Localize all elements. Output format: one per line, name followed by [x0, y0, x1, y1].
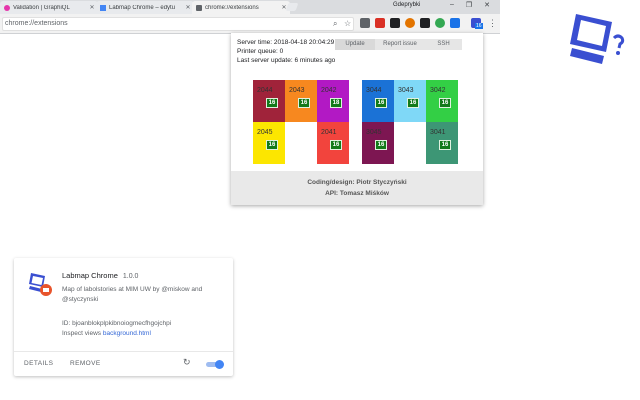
- extension-icon[interactable]: [375, 18, 385, 28]
- printer-number: 2043: [289, 87, 305, 94]
- labmap-extension-icon[interactable]: 16: [471, 18, 483, 29]
- printer-cell[interactable]: 3041 16: [426, 122, 458, 164]
- extension-card: Labmap Chrome 1.0.0 Map of labolstories a…: [14, 258, 233, 376]
- credit-api: API: Tomasz Miśków: [325, 190, 389, 197]
- printer-count-badge: 16: [375, 98, 387, 108]
- inspect-views-label: Inspect views: [62, 330, 102, 337]
- tab-label: chrome://extensions: [205, 4, 259, 11]
- extension-icon[interactable]: [435, 18, 445, 28]
- printer-number: 2042: [321, 87, 337, 94]
- printer-cell[interactable]: 2042 18: [317, 80, 349, 122]
- extension-id: ID: bjoanblokplpkibnoiogmecfhgojchpi: [62, 320, 172, 327]
- bookmark-star-icon[interactable]: ☆: [344, 19, 351, 28]
- printer-number: 2044: [257, 87, 273, 94]
- menu-icon[interactable]: ⋮: [488, 18, 497, 29]
- labmap-popup: Server time: 2018-04-18 20:04:29 Printer…: [231, 33, 483, 205]
- printer-queue: 0: [279, 48, 284, 55]
- last-update-label: Last server update:: [237, 57, 293, 64]
- printer-queue-label: Printer queue:: [237, 48, 278, 55]
- printer-count-badge: 16: [407, 98, 419, 108]
- printer-cell[interactable]: 3045 16: [362, 122, 394, 164]
- details-button[interactable]: DETAILS: [24, 360, 53, 367]
- puzzle-favicon-icon: [196, 4, 202, 11]
- window-close-icon[interactable]: ✕: [481, 1, 493, 9]
- extension-name: Labmap Chrome: [62, 271, 118, 280]
- printer-count-badge: 16: [266, 98, 278, 108]
- printer-count-badge: 16: [439, 98, 451, 108]
- restore-icon[interactable]: ❐: [463, 1, 475, 9]
- extension-icon[interactable]: [405, 18, 415, 28]
- printer-cell[interactable]: 2044 16: [253, 80, 285, 122]
- printer-number: 3044: [366, 87, 382, 94]
- printer-count-badge: 16: [298, 98, 310, 108]
- printer-cell[interactable]: 3044 16: [362, 80, 394, 122]
- graphiql-favicon-icon: [4, 4, 10, 11]
- printer-cell[interactable]: 3042 16: [426, 80, 458, 122]
- last-update: 6 minutes ago: [294, 57, 336, 64]
- extension-version: 1.0.0: [122, 273, 139, 280]
- extension-description: Map of labolstories at MIM UW by @miskow…: [62, 286, 203, 303]
- profile-name[interactable]: Gdeprybki: [393, 2, 420, 8]
- server-info: Server time: 2018-04-18 20:04:29 Printer…: [237, 38, 335, 65]
- printer-cell[interactable]: 2041 16: [317, 122, 349, 164]
- printer-cell[interactable]: 2043 16: [285, 80, 317, 122]
- printer-number: 3043: [398, 87, 414, 94]
- credit-design: Coding/design: Piotr Styczyński: [307, 179, 407, 186]
- tab-extensions[interactable]: chrome://extensions ✕: [192, 1, 290, 14]
- extension-logo-icon: [29, 273, 52, 296]
- report-issue-button[interactable]: Report issue: [375, 39, 425, 50]
- printer-number: 3045: [366, 129, 382, 136]
- extension-icon[interactable]: [450, 18, 460, 28]
- server-time-label: Server time:: [237, 39, 273, 46]
- printer-number: 2041: [321, 129, 337, 136]
- credits: Coding/design: Piotr Styczyński API: Tom…: [231, 171, 483, 205]
- printer-count-badge: 16: [330, 140, 342, 150]
- extension-icon[interactable]: [360, 18, 370, 28]
- labmap-logo-icon: [570, 14, 625, 64]
- server-time: 2018-04-18 20:04:29: [273, 39, 335, 46]
- tab-label: Validation | GraphiQL: [13, 4, 70, 11]
- tab-labmap-edit[interactable]: Labmap Chrome – edytu ✕: [96, 1, 194, 14]
- url-text: chrome://extensions: [5, 20, 68, 27]
- address-bar[interactable]: chrome://extensions ⌕ ☆: [2, 17, 354, 31]
- printer-number: 2045: [257, 129, 273, 136]
- toggle-knob: [215, 360, 224, 369]
- printer-cell[interactable]: 2045 16: [253, 122, 285, 164]
- printer-number: 3041: [430, 129, 446, 136]
- reload-icon[interactable]: ↻: [183, 357, 191, 368]
- printer-count-badge: 16: [439, 140, 451, 150]
- minimize-icon[interactable]: –: [446, 1, 458, 8]
- update-button[interactable]: Update: [335, 39, 375, 50]
- printer-number: 3042: [430, 87, 446, 94]
- printer-count-badge: 16: [375, 140, 387, 150]
- printer-count-badge: 18: [330, 98, 342, 108]
- zoom-icon[interactable]: ⌕: [333, 19, 337, 29]
- popup-tabs: Update Report issue SSH: [335, 39, 462, 50]
- printer-cell[interactable]: 3043 16: [394, 80, 426, 122]
- tab-strip: Validation | GraphiQL ✕ Labmap Chrome – …: [0, 0, 500, 14]
- empty-cell: [285, 122, 317, 164]
- empty-cell: [394, 122, 426, 164]
- new-tab-button[interactable]: [285, 3, 299, 11]
- extension-icon[interactable]: [390, 18, 400, 28]
- close-icon[interactable]: ✕: [185, 4, 191, 11]
- remove-button[interactable]: REMOVE: [70, 360, 101, 367]
- tab-label: Labmap Chrome – edytu: [109, 4, 176, 11]
- tab-graphiql[interactable]: Validation | GraphiQL ✕: [0, 1, 98, 14]
- screen: Validation | GraphiQL ✕ Labmap Chrome – …: [0, 0, 640, 400]
- card-footer: DETAILS REMOVE ↻: [14, 351, 233, 376]
- enable-toggle[interactable]: [206, 360, 224, 369]
- printer-count-badge: 16: [266, 140, 278, 150]
- ssh-button[interactable]: SSH: [425, 39, 462, 50]
- background-page-link[interactable]: background.html: [103, 330, 151, 337]
- extension-badge: 16: [475, 23, 483, 29]
- extension-icon[interactable]: [420, 18, 430, 28]
- close-icon[interactable]: ✕: [89, 4, 95, 11]
- document-favicon-icon: [100, 4, 106, 11]
